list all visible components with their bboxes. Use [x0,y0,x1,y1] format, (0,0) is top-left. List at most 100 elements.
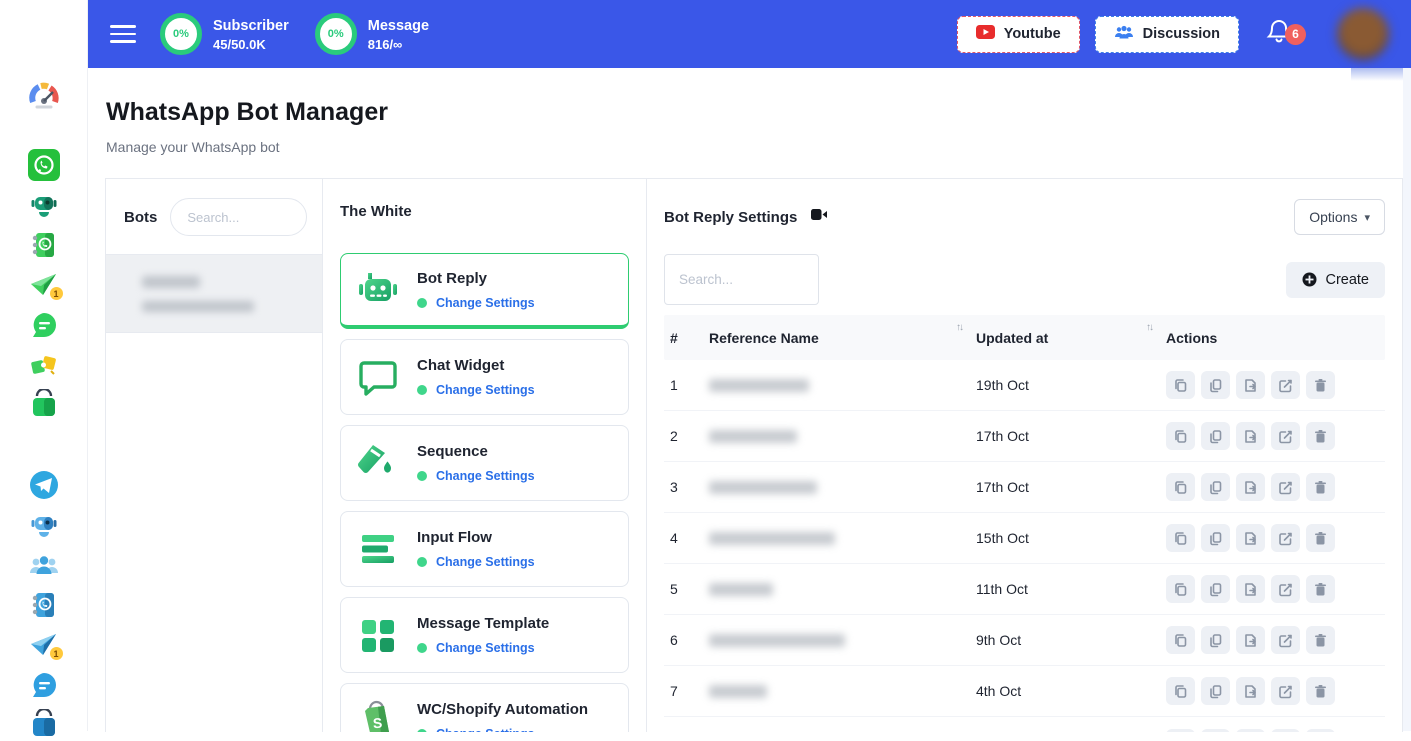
plus-circle-icon [1302,272,1317,287]
create-button[interactable]: Create [1286,262,1385,298]
selected-bot-title: The White [340,203,629,220]
broadcast-badge: 1 [50,287,63,300]
telegram-bot-icon[interactable] [28,509,60,541]
bot-list-item-selected[interactable] [106,255,322,333]
status-dot [417,298,427,308]
telegram-icon[interactable] [28,469,60,501]
delete-button[interactable] [1306,575,1335,603]
copy-button[interactable] [1166,422,1195,450]
edit-button[interactable] [1271,575,1300,603]
col-header-updated-at[interactable]: Updated at ↑↓ [976,330,1166,346]
svg-text:S: S [372,715,382,732]
duplicate-button[interactable] [1201,626,1230,654]
duplicate-button[interactable] [1201,473,1230,501]
integrations-puzzle-icon[interactable] [28,349,60,381]
module-card-chat-widget[interactable]: Chat Widget Change Settings [340,339,629,415]
bots-search-input[interactable] [170,198,307,236]
edit-button[interactable] [1271,677,1300,705]
module-card-wc-shopify[interactable]: S WC/Shopify Automation Change Settings [340,683,629,732]
change-settings-link[interactable]: Change Settings [436,383,535,397]
change-settings-link[interactable]: Change Settings [436,641,535,655]
youtube-button[interactable]: Youtube [957,16,1080,53]
change-settings-link[interactable]: Change Settings [436,469,535,483]
telegram-broadcast-icon[interactable]: 1 [28,629,60,661]
whatsapp-broadcast-icon[interactable]: 1 [28,269,60,301]
module-card-sequence[interactable]: Sequence Change Settings [340,425,629,501]
reference-name-redacted [709,634,845,647]
discussion-label: Discussion [1143,26,1220,42]
row-updated: 17th Oct [976,479,1166,495]
module-card-message-template[interactable]: Message Template Change Settings [340,597,629,673]
options-button[interactable]: Options ▾ [1294,199,1385,235]
copy-button[interactable] [1166,729,1195,733]
delete-button[interactable] [1306,729,1335,733]
row-num: 1 [664,377,709,393]
row-updated: 11th Oct [976,581,1166,597]
copy-button[interactable] [1166,677,1195,705]
export-button[interactable] [1236,473,1265,501]
telegram-contacts-icon[interactable] [28,589,60,621]
duplicate-button[interactable] [1201,729,1230,733]
edit-button[interactable] [1271,729,1300,733]
duplicate-button[interactable] [1201,677,1230,705]
col-header-reference-name[interactable]: Reference Name ↑↓ [709,330,976,346]
delete-button[interactable] [1306,473,1335,501]
export-button[interactable] [1236,729,1265,733]
whatsapp-contacts-icon[interactable] [28,229,60,261]
menu-toggle-icon[interactable] [110,20,136,48]
sort-icon[interactable]: ↑↓ [1146,322,1152,333]
row-num: 2 [664,428,709,444]
user-avatar[interactable] [1337,8,1389,60]
duplicate-button[interactable] [1201,575,1230,603]
whatsapp-icon[interactable] [28,149,60,181]
export-button[interactable] [1236,422,1265,450]
video-tutorial-icon[interactable] [811,208,828,226]
message-stat: 0% Message 816/∞ [315,13,429,55]
telegram-shop-icon[interactable] [28,709,60,741]
caret-down-icon: ▾ [1364,211,1370,224]
whatsapp-chat-icon[interactable] [28,309,60,341]
export-button[interactable] [1236,524,1265,552]
delete-button[interactable] [1306,677,1335,705]
sort-icon[interactable]: ↑↓ [956,322,962,333]
telegram-chat-icon[interactable] [28,669,60,701]
delete-button[interactable] [1306,371,1335,399]
whatsapp-shop-icon[interactable] [28,389,60,421]
edit-button[interactable] [1271,524,1300,552]
copy-button[interactable] [1166,371,1195,399]
edit-button[interactable] [1271,371,1300,399]
telegram-group-icon[interactable] [28,549,60,581]
avatar-smudge [1351,68,1409,81]
status-dot [417,643,427,653]
duplicate-button[interactable] [1201,524,1230,552]
table-row-partial [664,717,1385,732]
dashboard-gauge-icon[interactable] [28,80,60,112]
module-card-bot-reply[interactable]: Bot Reply Change Settings [340,253,629,329]
whatsapp-bot-icon[interactable] [28,189,60,221]
module-card-input-flow[interactable]: Input Flow Change Settings [340,511,629,587]
edit-button[interactable] [1271,473,1300,501]
export-button[interactable] [1236,626,1265,654]
delete-button[interactable] [1306,422,1335,450]
change-settings-link[interactable]: Change Settings [436,727,535,732]
copy-button[interactable] [1166,626,1195,654]
duplicate-button[interactable] [1201,422,1230,450]
copy-button[interactable] [1166,575,1195,603]
notifications-button[interactable]: 6 [1266,18,1292,51]
duplicate-button[interactable] [1201,371,1230,399]
row-num: 5 [664,581,709,597]
discussion-button[interactable]: Discussion [1095,16,1239,53]
export-button[interactable] [1236,371,1265,399]
edit-button[interactable] [1271,422,1300,450]
table-search-input[interactable] [664,254,819,305]
row-updated: 19th Oct [976,377,1166,393]
change-settings-link[interactable]: Change Settings [436,296,535,310]
edit-button[interactable] [1271,626,1300,654]
copy-button[interactable] [1166,473,1195,501]
export-button[interactable] [1236,677,1265,705]
change-settings-link[interactable]: Change Settings [436,555,535,569]
copy-button[interactable] [1166,524,1195,552]
delete-button[interactable] [1306,626,1335,654]
delete-button[interactable] [1306,524,1335,552]
export-button[interactable] [1236,575,1265,603]
